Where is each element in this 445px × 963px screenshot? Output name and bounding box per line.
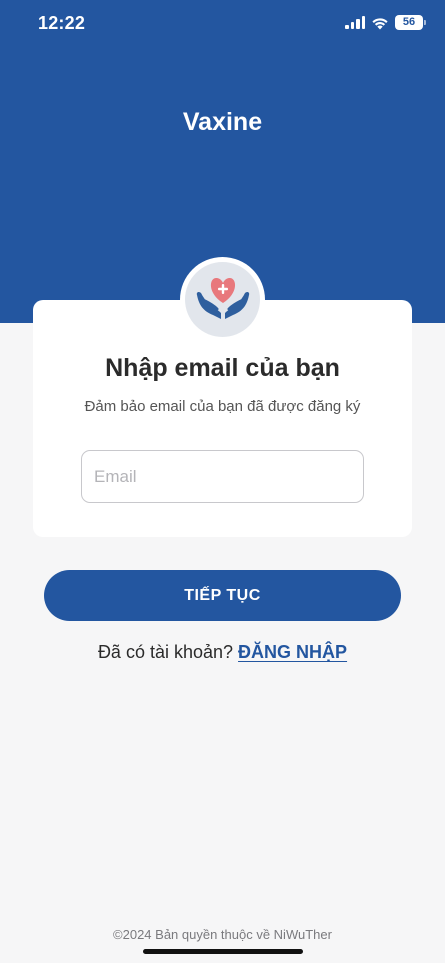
login-prompt-text: Đã có tài khoản? — [97, 642, 234, 662]
continue-button[interactable]: TIẾP TỤC — [44, 570, 401, 621]
status-icons: 56 — [345, 15, 426, 30]
card-subtitle: Đảm bảo email của bạn đã được đăng ký — [84, 398, 361, 415]
status-bar: 12:22 56 — [0, 0, 445, 48]
login-prompt-row: Đã có tài khoản? ĐĂNG NHẬP — [0, 642, 445, 663]
app-title: Vaxine — [182, 108, 263, 136]
battery-icon: 56 — [395, 15, 426, 30]
wifi-icon — [372, 17, 388, 29]
card-title: Nhập email của bạn — [105, 354, 340, 382]
home-indicator — [143, 949, 303, 954]
status-time: 12:22 — [38, 13, 86, 33]
hands-holding-heart-icon — [196, 277, 249, 319]
copyright-text: ©2024 Bản quyền thuộc về NiWuTher — [113, 927, 332, 942]
cellular-signal-icon — [345, 16, 365, 29]
logo — [180, 257, 265, 342]
login-link[interactable]: ĐĂNG NHẬP — [238, 642, 347, 662]
email-input[interactable] — [81, 450, 364, 503]
